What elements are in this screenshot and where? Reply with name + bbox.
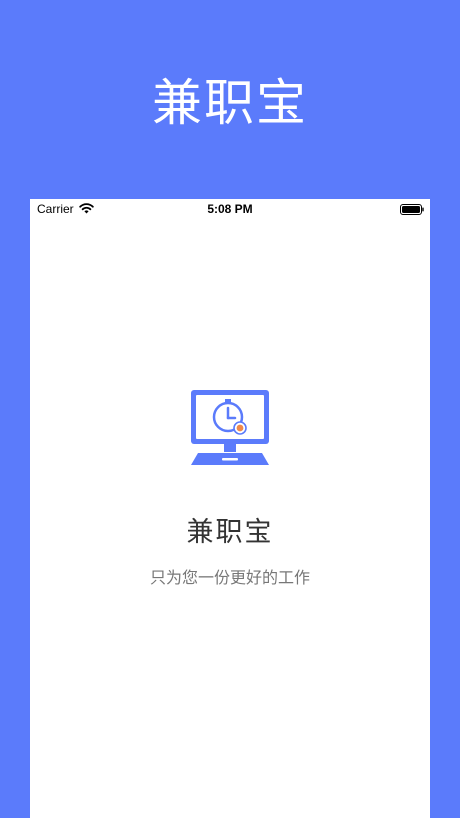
app-name: 兼职宝: [186, 517, 274, 548]
status-time: 5:08 PM: [207, 202, 253, 216]
status-bar: Carrier 5:08 PM: [30, 199, 430, 219]
phone-screen: Carrier 5:08 PM 兼职宝 只为您一份更好的工作: [30, 199, 430, 818]
hero-title: 兼职宝: [152, 74, 308, 132]
tagline: 只为您一份更好的工作: [149, 568, 310, 587]
computer-clock-icon: [191, 390, 269, 465]
battery-icon: [400, 204, 424, 215]
